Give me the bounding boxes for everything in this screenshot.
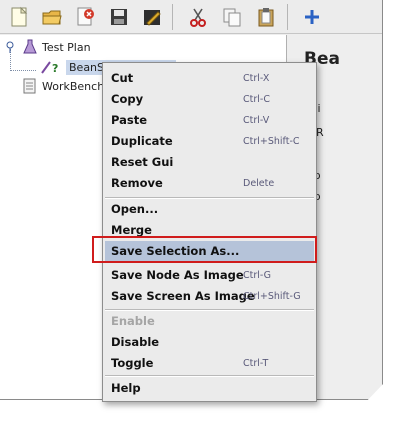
menu-item-open[interactable]: Open... <box>103 199 316 219</box>
open-icon[interactable] <box>37 2 67 32</box>
menu-item-shortcut: Delete <box>243 177 275 189</box>
svg-text:?: ? <box>52 62 58 75</box>
menu-item-shortcut: Ctrl+Shift-G <box>243 290 301 302</box>
menu-item-cut[interactable]: Cut Ctrl-X <box>103 68 316 88</box>
tree-item-label: WorkBench <box>42 79 105 93</box>
flask-icon <box>23 39 37 54</box>
menu-item-shortcut: Ctrl-T <box>243 357 269 369</box>
annotation-highlight-box <box>92 236 317 263</box>
menu-item-label: Remove <box>111 176 163 190</box>
menu-item-shortcut: Ctrl+Shift-C <box>243 135 300 147</box>
menu-item-label: Enable <box>111 314 155 328</box>
toolbar-separator <box>287 4 288 30</box>
menu-item-paste[interactable]: Paste Ctrl-V <box>103 110 316 130</box>
menu-item-save-screen-as-image[interactable]: Save Screen As Image Ctrl+Shift-G <box>103 286 316 306</box>
menu-item-label: Paste <box>111 113 148 127</box>
toolbar-separator <box>172 4 173 30</box>
menu-item-help[interactable]: Help <box>103 378 316 398</box>
workbench-icon <box>23 78 36 94</box>
tree-item-workbench[interactable]: WorkBench <box>22 77 104 95</box>
paste-icon[interactable] <box>251 2 281 32</box>
checkbox-label: R <box>316 126 324 139</box>
cut-icon[interactable] <box>183 2 213 32</box>
toolbar <box>0 0 382 34</box>
add-icon[interactable] <box>297 2 327 32</box>
beanshell-sampler-icon: ? <box>41 61 58 75</box>
menu-item-reset-gui[interactable]: Reset Gui <box>103 152 316 172</box>
menu-item-label: Toggle <box>111 356 154 370</box>
menu-item-label: Open... <box>111 202 159 216</box>
menu-item-shortcut: Ctrl-C <box>243 93 270 105</box>
menu-item-shortcut: Ctrl-G <box>243 269 272 281</box>
save-icon[interactable] <box>104 2 134 32</box>
menu-item-enable: Enable <box>103 311 316 331</box>
menu-item-remove[interactable]: Remove Delete <box>103 173 316 193</box>
menu-item-label: Disable <box>111 335 160 349</box>
menu-item-copy[interactable]: Copy Ctrl-C <box>103 89 316 109</box>
menu-item-label: Copy <box>111 92 144 106</box>
menu-item-disable[interactable]: Disable <box>103 332 316 352</box>
menu-item-label: Merge <box>111 223 152 237</box>
menu-item-shortcut: Ctrl-X <box>243 72 270 84</box>
close-icon[interactable] <box>70 2 100 32</box>
menu-item-label: Cut <box>111 71 134 85</box>
menu-item-label: Save Node As Image <box>111 268 244 282</box>
menu-item-shortcut: Ctrl-V <box>243 114 270 126</box>
edit-icon[interactable] <box>137 2 167 32</box>
menu-item-toggle[interactable]: Toggle Ctrl-T <box>103 353 316 373</box>
tree-connector <box>10 70 36 71</box>
copy-icon[interactable] <box>217 2 247 32</box>
menu-item-duplicate[interactable]: Duplicate Ctrl+Shift-C <box>103 131 316 151</box>
tree-item-label: Test Plan <box>42 40 91 54</box>
new-icon[interactable] <box>4 2 34 32</box>
menu-item-save-node-as-image[interactable]: Save Node As Image Ctrl-G <box>103 265 316 285</box>
menu-item-label: Save Screen As Image <box>111 289 255 303</box>
tree-item-test-plan[interactable]: Test Plan <box>4 38 91 56</box>
expand-handle-icon[interactable] <box>4 41 16 53</box>
context-menu: Cut Ctrl-X Copy Ctrl-C Paste Ctrl-V Dupl… <box>102 62 317 402</box>
menu-separator <box>105 375 314 377</box>
menu-item-label: Help <box>111 381 141 395</box>
menu-item-label: Reset Gui <box>111 155 174 169</box>
menu-item-label: Duplicate <box>111 134 173 148</box>
